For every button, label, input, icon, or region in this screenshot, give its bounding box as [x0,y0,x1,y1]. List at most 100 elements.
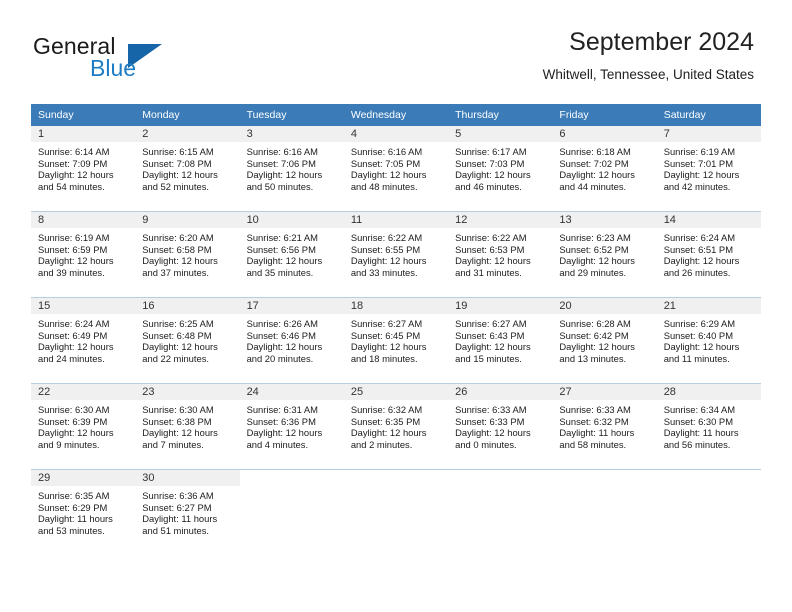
day-details: Sunrise: 6:19 AM Sunset: 7:01 PM Dayligh… [657,142,761,192]
daylight-text-line2: and 7 minutes. [142,438,204,450]
day-cell[interactable]: 9 Sunrise: 6:20 AM Sunset: 6:58 PM Dayli… [135,211,240,298]
day-cell[interactable]: 22 Sunrise: 6:30 AM Sunset: 6:39 PM Dayl… [31,383,136,470]
sunset-text: Sunset: 6:49 PM [38,329,108,341]
sunrise-text: Sunrise: 6:21 AM [246,232,318,243]
day-number: 28 [656,384,761,400]
day-cell[interactable]: 17 Sunrise: 6:26 AM Sunset: 6:46 PM Dayl… [239,297,344,384]
daylight-text-line2: and 9 minutes. [38,438,100,450]
day-number: 27 [552,384,657,400]
daylight-text-line1: Daylight: 12 hours [559,169,635,181]
day-number: 7 [656,126,761,142]
daylight-text-line2: and 15 minutes. [455,352,522,364]
sunrise-text: Sunrise: 6:24 AM [663,232,736,243]
daylight-text-line2: and 53 minutes. [38,524,105,536]
sunset-text: Sunset: 6:39 PM [38,415,108,427]
daylight-text-line1: Daylight: 11 hours [663,427,739,439]
day-details: Sunrise: 6:18 AM Sunset: 7:02 PM Dayligh… [552,142,656,192]
sunrise-text: Sunrise: 6:19 AM [663,146,736,157]
daylight-text-line2: and 13 minutes. [559,352,627,364]
day-cell[interactable]: 10 Sunrise: 6:21 AM Sunset: 6:56 PM Dayl… [239,211,344,298]
day-details: Sunrise: 6:25 AM Sunset: 6:48 PM Dayligh… [135,314,239,364]
day-cell[interactable]: 12 Sunrise: 6:22 AM Sunset: 6:53 PM Dayl… [448,211,553,298]
day-number: 1 [31,126,136,142]
page-subtitle-location: Whitwell, Tennessee, United States [542,67,754,82]
day-details: Sunrise: 6:21 AM Sunset: 6:56 PM Dayligh… [240,228,344,278]
sunset-text: Sunset: 6:33 PM [455,415,525,427]
sunset-text: Sunset: 6:29 PM [38,501,108,513]
day-details: Sunrise: 6:17 AM Sunset: 7:03 PM Dayligh… [448,142,552,192]
day-details: Sunrise: 6:26 AM Sunset: 6:46 PM Dayligh… [240,314,344,364]
daylight-text-line2: and 26 minutes. [663,266,731,278]
day-cell[interactable]: 6 Sunrise: 6:18 AM Sunset: 7:02 PM Dayli… [552,126,657,212]
sunset-text: Sunset: 7:02 PM [559,157,629,169]
day-number: 29 [31,470,136,486]
day-details: Sunrise: 6:24 AM Sunset: 6:49 PM Dayligh… [31,314,135,364]
sunrise-text: Sunrise: 6:34 AM [663,404,736,415]
day-cell[interactable]: 28 Sunrise: 6:34 AM Sunset: 6:30 PM Dayl… [656,383,761,470]
daylight-text-line1: Daylight: 12 hours [38,255,114,267]
day-details: Sunrise: 6:35 AM Sunset: 6:29 PM Dayligh… [31,486,135,536]
day-number [552,470,656,486]
day-cell[interactable]: 1 Sunrise: 6:14 AM Sunset: 7:09 PM Dayli… [31,126,136,212]
day-cell-empty [239,469,344,555]
day-cell[interactable]: 24 Sunrise: 6:31 AM Sunset: 6:36 PM Dayl… [239,383,344,470]
day-number: 6 [552,126,657,142]
day-cell[interactable]: 26 Sunrise: 6:33 AM Sunset: 6:33 PM Dayl… [448,383,553,470]
day-details: Sunrise: 6:24 AM Sunset: 6:51 PM Dayligh… [657,228,761,278]
day-cell[interactable]: 20 Sunrise: 6:28 AM Sunset: 6:42 PM Dayl… [552,297,657,384]
sunset-text: Sunset: 6:32 PM [559,415,629,427]
day-cell[interactable]: 23 Sunrise: 6:30 AM Sunset: 6:38 PM Dayl… [135,383,240,470]
day-details: Sunrise: 6:30 AM Sunset: 6:38 PM Dayligh… [135,400,239,450]
day-cell[interactable]: 30 Sunrise: 6:36 AM Sunset: 6:27 PM Dayl… [135,469,240,555]
day-cell[interactable]: 2 Sunrise: 6:15 AM Sunset: 7:08 PM Dayli… [135,126,240,212]
sunset-text: Sunset: 6:42 PM [559,329,629,341]
day-cell[interactable]: 11 Sunrise: 6:22 AM Sunset: 6:55 PM Dayl… [343,211,449,298]
day-cell[interactable]: 27 Sunrise: 6:33 AM Sunset: 6:32 PM Dayl… [552,383,657,470]
daylight-text-line1: Daylight: 11 hours [142,513,218,525]
day-details: Sunrise: 6:23 AM Sunset: 6:52 PM Dayligh… [552,228,656,278]
daylight-text-line1: Daylight: 12 hours [455,255,531,267]
daylight-text-line1: Daylight: 12 hours [38,341,114,353]
day-cell[interactable]: 18 Sunrise: 6:27 AM Sunset: 6:45 PM Dayl… [343,297,449,384]
day-cell[interactable]: 3 Sunrise: 6:16 AM Sunset: 7:06 PM Dayli… [239,126,344,212]
day-cell[interactable]: 7 Sunrise: 6:19 AM Sunset: 7:01 PM Dayli… [656,126,761,212]
daylight-text-line2: and 39 minutes. [38,266,105,278]
sunset-text: Sunset: 6:35 PM [350,415,421,427]
daylight-text-line1: Daylight: 11 hours [559,427,635,439]
day-details: Sunrise: 6:36 AM Sunset: 6:27 PM Dayligh… [135,486,239,536]
day-number: 12 [448,212,553,228]
day-cell[interactable]: 25 Sunrise: 6:32 AM Sunset: 6:35 PM Dayl… [343,383,449,470]
daylight-text-line1: Daylight: 12 hours [142,341,218,353]
sunset-text: Sunset: 7:01 PM [663,157,733,169]
sunrise-text: Sunrise: 6:14 AM [38,146,110,157]
day-cell[interactable]: 21 Sunrise: 6:29 AM Sunset: 6:40 PM Dayl… [656,297,761,384]
daylight-text-line1: Daylight: 12 hours [246,341,323,353]
day-cell[interactable]: 15 Sunrise: 6:24 AM Sunset: 6:49 PM Dayl… [31,297,136,384]
day-details: Sunrise: 6:16 AM Sunset: 7:06 PM Dayligh… [240,142,344,192]
sunrise-text: Sunrise: 6:25 AM [142,318,214,329]
day-details: Sunrise: 6:27 AM Sunset: 6:43 PM Dayligh… [448,314,552,364]
daylight-text-line2: and 50 minutes. [246,180,314,192]
day-details: Sunrise: 6:32 AM Sunset: 6:35 PM Dayligh… [344,400,448,450]
day-cell[interactable]: 19 Sunrise: 6:27 AM Sunset: 6:43 PM Dayl… [448,297,553,384]
day-cell[interactable]: 4 Sunrise: 6:16 AM Sunset: 7:05 PM Dayli… [343,126,449,212]
calendar-grid: Sunday Monday Tuesday Wednesday Thursday… [31,104,761,555]
brand-logo[interactable]: General Blue [33,33,263,88]
sunset-text: Sunset: 7:03 PM [455,157,525,169]
day-cell[interactable]: 5 Sunrise: 6:17 AM Sunset: 7:03 PM Dayli… [448,126,553,212]
sunset-text: Sunset: 6:53 PM [455,243,525,255]
day-cell[interactable]: 8 Sunrise: 6:19 AM Sunset: 6:59 PM Dayli… [31,211,136,298]
day-cell[interactable]: 16 Sunrise: 6:25 AM Sunset: 6:48 PM Dayl… [135,297,240,384]
sunrise-text: Sunrise: 6:35 AM [38,490,110,501]
sunrise-text: Sunrise: 6:26 AM [246,318,318,329]
day-cell[interactable]: 13 Sunrise: 6:23 AM Sunset: 6:52 PM Dayl… [552,211,657,298]
daylight-text-line2: and 44 minutes. [559,180,627,192]
weekday-header-wednesday: Wednesday [343,104,449,126]
sunset-text: Sunset: 6:59 PM [38,243,108,255]
day-cell-empty [448,469,553,555]
day-cell[interactable]: 29 Sunrise: 6:35 AM Sunset: 6:29 PM Dayl… [31,469,136,555]
sunset-text: Sunset: 7:05 PM [350,157,421,169]
day-details: Sunrise: 6:33 AM Sunset: 6:32 PM Dayligh… [552,400,656,450]
day-cell[interactable]: 14 Sunrise: 6:24 AM Sunset: 6:51 PM Dayl… [656,211,761,298]
daylight-text-line1: Daylight: 12 hours [455,341,531,353]
